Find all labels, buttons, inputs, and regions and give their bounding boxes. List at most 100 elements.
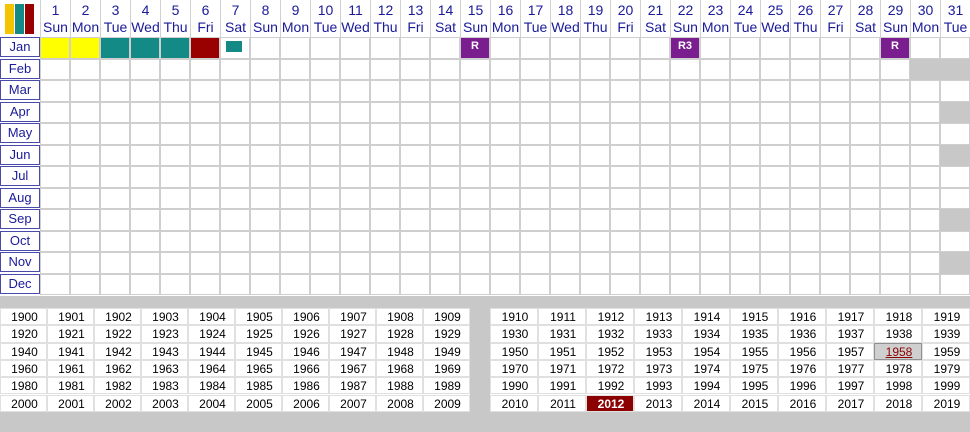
year-link[interactable]: 1975 [731, 361, 779, 378]
month-label-jul[interactable]: Jul [0, 166, 40, 186]
day-cell[interactable] [610, 37, 640, 59]
day-cell[interactable] [160, 230, 190, 252]
day-cell[interactable] [730, 144, 760, 166]
day-cell[interactable] [610, 209, 640, 231]
year-link[interactable]: 1942 [95, 344, 142, 361]
day-cell[interactable] [490, 37, 520, 59]
day-cell[interactable] [310, 166, 340, 188]
day-cell[interactable] [130, 187, 160, 209]
year-link[interactable]: 1972 [587, 361, 635, 378]
day-cell[interactable] [460, 144, 490, 166]
day-cell[interactable] [700, 37, 730, 59]
day-cell[interactable] [670, 252, 700, 274]
day-cell[interactable] [550, 101, 580, 123]
day-cell[interactable] [250, 252, 280, 274]
year-link[interactable]: 1955 [731, 344, 779, 361]
day-cell[interactable] [580, 187, 610, 209]
day-cell[interactable] [160, 144, 190, 166]
event-block[interactable] [131, 38, 159, 58]
day-cell[interactable] [700, 101, 730, 123]
day-cell[interactable] [820, 209, 850, 231]
day-cell[interactable] [310, 37, 340, 59]
year-link[interactable]: 1962 [95, 361, 142, 378]
year-link[interactable]: 1933 [635, 326, 683, 343]
year-link[interactable]: 2018 [875, 396, 923, 413]
day-cell[interactable] [820, 123, 850, 145]
month-label-may[interactable]: May [0, 123, 40, 143]
day-cell[interactable] [430, 166, 460, 188]
day-cell[interactable] [190, 101, 220, 123]
day-cell[interactable] [400, 123, 430, 145]
day-cell[interactable] [280, 209, 310, 231]
day-cell[interactable] [70, 80, 100, 102]
day-cell[interactable] [640, 144, 670, 166]
year-link[interactable]: 1965 [236, 361, 283, 378]
day-cell[interactable] [370, 80, 400, 102]
year-link[interactable]: 1951 [539, 344, 587, 361]
day-cell[interactable] [790, 209, 820, 231]
day-cell[interactable] [340, 80, 370, 102]
year-link[interactable]: 1903 [142, 309, 189, 326]
year-link[interactable]: 1947 [330, 344, 377, 361]
year-link[interactable]: 1917 [827, 309, 875, 326]
year-link[interactable]: 1961 [48, 361, 95, 378]
day-cell[interactable] [580, 209, 610, 231]
day-cell[interactable] [280, 80, 310, 102]
day-cell[interactable] [280, 273, 310, 295]
day-cell[interactable] [160, 209, 190, 231]
day-cell[interactable] [850, 273, 880, 295]
day-cell[interactable] [670, 273, 700, 295]
day-cell[interactable] [760, 209, 790, 231]
day-cell[interactable] [340, 37, 370, 59]
day-cell[interactable] [430, 80, 460, 102]
day-cell[interactable] [880, 209, 910, 231]
day-cell[interactable] [130, 273, 160, 295]
year-link[interactable]: 1914 [683, 309, 731, 326]
year-link[interactable]: 2005 [236, 396, 283, 413]
day-cell[interactable] [910, 166, 940, 188]
day-cell[interactable] [520, 230, 550, 252]
day-cell[interactable] [670, 144, 700, 166]
day-cell[interactable] [520, 80, 550, 102]
day-cell[interactable] [100, 80, 130, 102]
day-cell[interactable] [670, 123, 700, 145]
year-link[interactable]: 2003 [142, 396, 189, 413]
day-cell[interactable] [130, 123, 160, 145]
day-cell[interactable] [460, 252, 490, 274]
day-cell[interactable] [730, 101, 760, 123]
day-cell[interactable] [40, 166, 70, 188]
day-cell[interactable] [400, 58, 430, 80]
day-cell[interactable] [340, 58, 370, 80]
day-cell[interactable] [370, 123, 400, 145]
day-cell[interactable] [40, 273, 70, 295]
day-cell[interactable] [490, 209, 520, 231]
month-label-oct[interactable]: Oct [0, 230, 40, 251]
year-link[interactable]: 1906 [283, 309, 330, 326]
day-cell[interactable] [670, 58, 700, 80]
day-cell[interactable] [160, 187, 190, 209]
day-cell[interactable] [730, 37, 760, 59]
day-cell[interactable] [430, 58, 460, 80]
year-link[interactable]: 1987 [330, 378, 377, 395]
year-link[interactable]: 2019 [923, 396, 970, 413]
day-cell[interactable] [70, 209, 100, 231]
year-link[interactable]: 1930 [491, 326, 539, 343]
day-cell[interactable] [550, 166, 580, 188]
year-link[interactable]: 1960 [1, 361, 48, 378]
day-cell[interactable] [580, 144, 610, 166]
day-cell[interactable] [160, 58, 190, 80]
day-cell[interactable] [580, 252, 610, 274]
year-link[interactable]: 1994 [683, 378, 731, 395]
event-block[interactable] [161, 38, 189, 58]
day-cell[interactable] [610, 252, 640, 274]
day-cell[interactable] [640, 80, 670, 102]
day-cell[interactable] [640, 273, 670, 295]
year-link[interactable]: 1986 [283, 378, 330, 395]
day-cell[interactable] [940, 273, 970, 295]
day-cell[interactable] [220, 166, 250, 188]
day-cell[interactable] [400, 166, 430, 188]
day-cell[interactable] [790, 123, 820, 145]
day-cell[interactable] [130, 101, 160, 123]
year-link[interactable]: 1907 [330, 309, 377, 326]
day-cell[interactable] [100, 273, 130, 295]
